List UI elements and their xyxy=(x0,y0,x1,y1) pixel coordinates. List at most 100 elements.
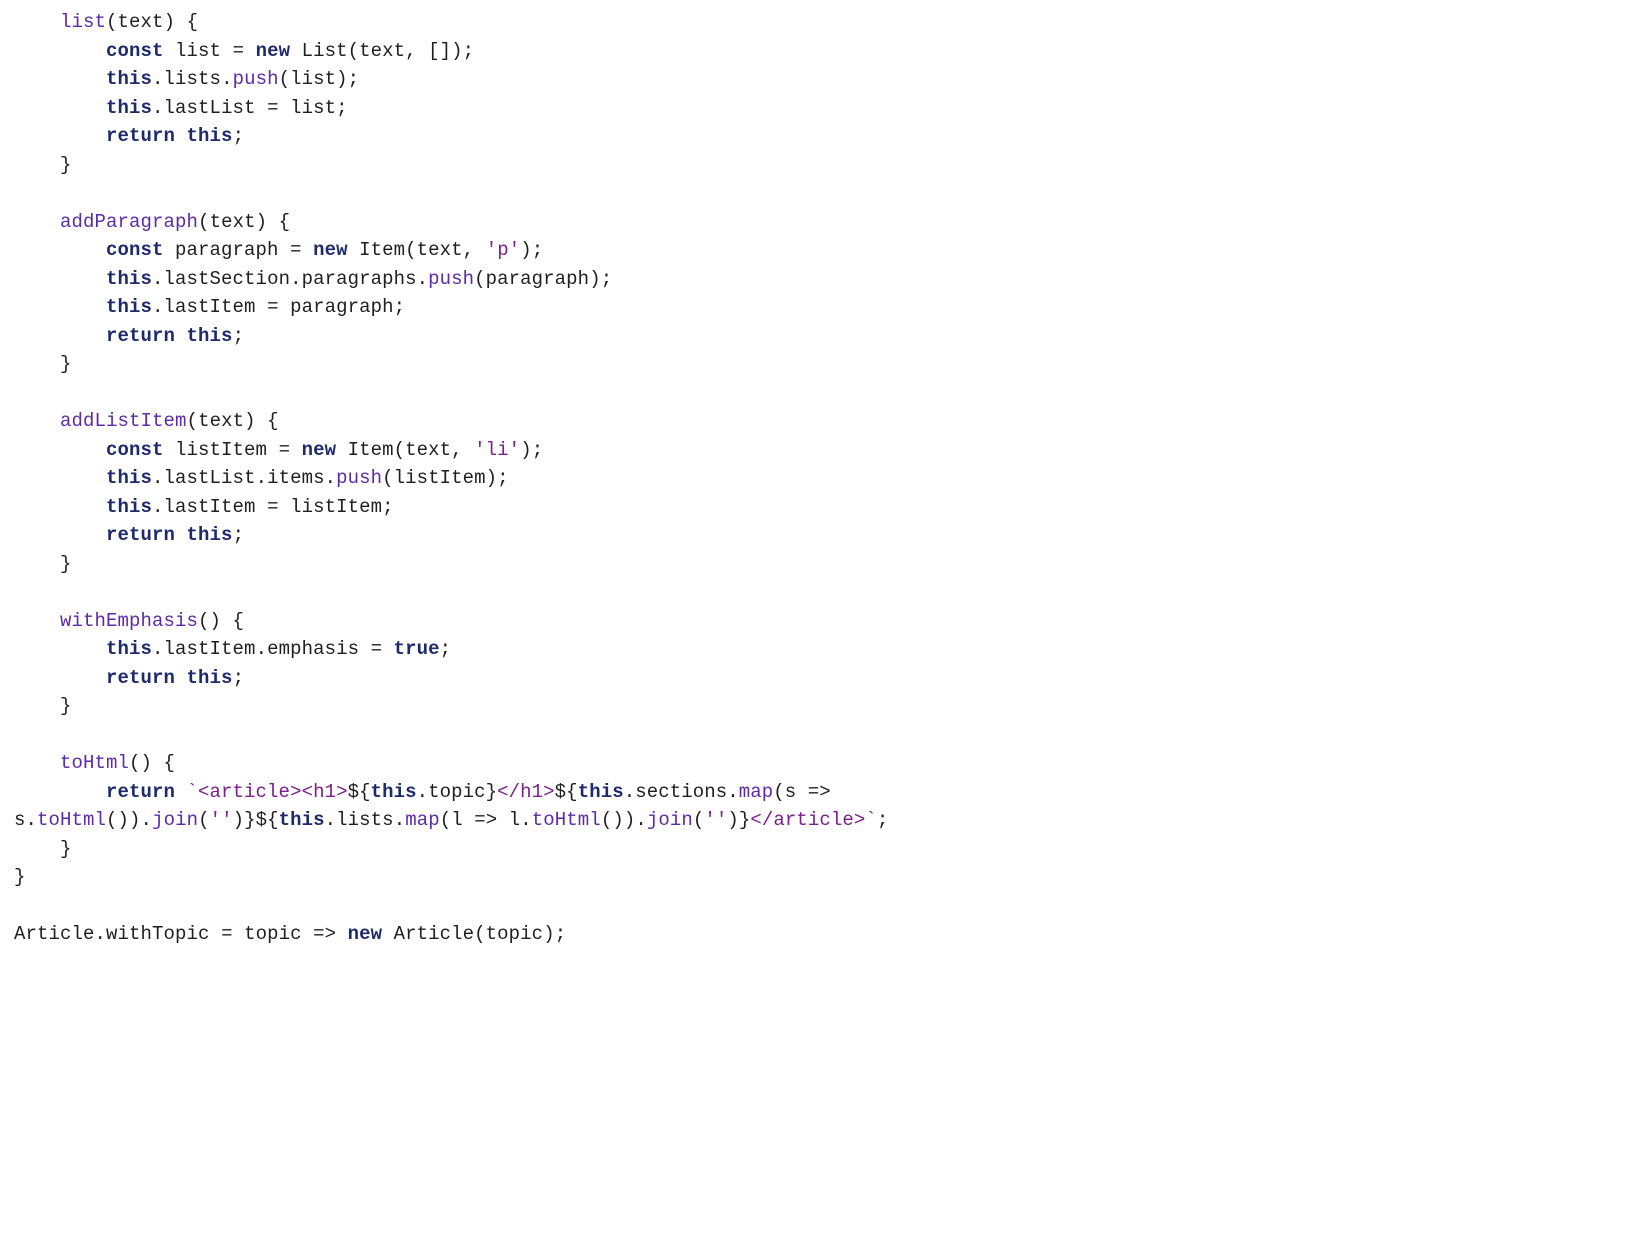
code-token: text xyxy=(210,211,256,233)
code-token xyxy=(14,97,106,119)
code-token: . xyxy=(417,781,429,803)
code-token: lists xyxy=(336,809,394,831)
code-token: '' xyxy=(210,809,233,831)
code-token: this xyxy=(187,125,233,147)
code-line: return `<article><h1>${this.topic}</h1>$… xyxy=(14,778,1633,807)
code-token: return xyxy=(106,524,175,546)
code-token: Article xyxy=(14,923,95,945)
code-token: toHtml xyxy=(532,809,601,831)
code-token xyxy=(14,125,106,147)
code-token: topic xyxy=(428,781,486,803)
code-token: )} xyxy=(233,809,256,831)
code-token: new xyxy=(313,239,348,261)
code-line: const paragraph = new Item(text, 'p'); xyxy=(14,236,1633,265)
code-token: return xyxy=(106,325,175,347)
code-line: } xyxy=(14,151,1633,180)
code-token: ( xyxy=(773,781,785,803)
code-token: 'li' xyxy=(474,439,520,461)
code-token: toHtml xyxy=(37,809,106,831)
code-line: this.lastList.items.push(listItem); xyxy=(14,464,1633,493)
code-token: text xyxy=(405,439,451,461)
code-token: ( xyxy=(474,268,486,290)
code-token: . xyxy=(95,923,107,945)
code-token: } xyxy=(14,866,26,888)
code-token: ( xyxy=(382,467,394,489)
code-token: } xyxy=(14,553,72,575)
code-token: ; xyxy=(233,325,245,347)
code-token: items xyxy=(267,467,325,489)
code-token: . xyxy=(325,809,337,831)
code-token: ); xyxy=(589,268,612,290)
code-token: } xyxy=(14,353,72,375)
code-line: addListItem(text) { xyxy=(14,407,1633,436)
code-token: emphasis xyxy=(267,638,359,660)
code-token: this xyxy=(578,781,624,803)
code-token: listItem xyxy=(394,467,486,489)
code-token xyxy=(14,439,106,461)
code-token: )} xyxy=(727,809,750,831)
code-token: . xyxy=(152,268,164,290)
code-token: . xyxy=(152,97,164,119)
code-line: return this; xyxy=(14,322,1633,351)
code-token: => xyxy=(796,781,842,803)
code-token: Item xyxy=(359,239,405,261)
code-token: ()). xyxy=(106,809,152,831)
code-token: ); xyxy=(336,68,359,90)
code-token: . xyxy=(520,809,532,831)
code-token xyxy=(14,610,60,632)
code-token: listItem xyxy=(290,496,382,518)
code-token: . xyxy=(26,809,38,831)
code-token: l xyxy=(509,809,521,831)
code-token: . xyxy=(152,467,164,489)
code-token: = xyxy=(256,496,291,518)
code-token: this xyxy=(106,97,152,119)
code-token xyxy=(348,239,360,261)
code-block[interactable]: list(text) { const list = new List(text,… xyxy=(0,0,1647,959)
code-token: ( xyxy=(198,211,210,233)
code-token: list xyxy=(175,40,221,62)
code-token: paragraphs xyxy=(302,268,417,290)
code-token: } xyxy=(14,695,72,717)
code-token: list xyxy=(290,68,336,90)
code-token xyxy=(164,40,176,62)
code-token: push xyxy=(233,68,279,90)
code-token: = xyxy=(256,296,291,318)
code-token xyxy=(14,296,106,318)
code-token: ( xyxy=(405,239,417,261)
code-token: new xyxy=(256,40,291,62)
code-token: . xyxy=(152,496,164,518)
code-token xyxy=(14,638,106,660)
code-token xyxy=(175,325,187,347)
code-token: ( xyxy=(440,809,452,831)
code-line: this.lastSection.paragraphs.push(paragra… xyxy=(14,265,1633,294)
code-token xyxy=(336,439,348,461)
code-line: Article.withTopic = topic => new Article… xyxy=(14,920,1633,949)
code-token xyxy=(14,68,106,90)
code-token: push xyxy=(428,268,474,290)
code-line: } xyxy=(14,835,1633,864)
code-token: this xyxy=(106,68,152,90)
code-token: . xyxy=(221,68,233,90)
code-line: } xyxy=(14,692,1633,721)
code-token: s xyxy=(785,781,797,803)
code-token: withTopic xyxy=(106,923,210,945)
code-token: ( xyxy=(474,923,486,945)
code-token: = xyxy=(279,239,314,261)
code-token: lists xyxy=(164,68,222,90)
code-token: , xyxy=(463,239,486,261)
code-token: . xyxy=(256,638,268,660)
code-token: return xyxy=(106,667,175,689)
code-token: `<article><h1> xyxy=(187,781,348,803)
code-token: this xyxy=(187,667,233,689)
code-line: this.lastItem.emphasis = true; xyxy=(14,635,1633,664)
code-token: this xyxy=(106,638,152,660)
code-token: . xyxy=(325,467,337,489)
code-token xyxy=(175,524,187,546)
code-token: ; xyxy=(233,524,245,546)
code-token: ( xyxy=(198,809,210,831)
code-line: this.lastList = list; xyxy=(14,94,1633,123)
code-token xyxy=(382,923,394,945)
code-token: join xyxy=(152,809,198,831)
code-token: ; xyxy=(336,97,348,119)
code-token xyxy=(175,125,187,147)
